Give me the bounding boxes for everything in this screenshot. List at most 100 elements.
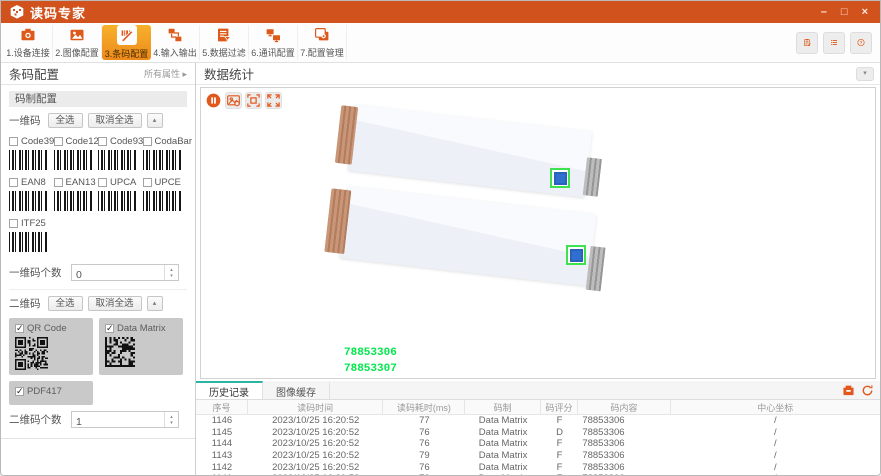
twod-tiles: QR CodeData MatrixPDF417 [9, 318, 187, 405]
svg-text:?: ? [860, 40, 863, 45]
panel-title: 条码配置 [9, 64, 59, 83]
toolbar-step-3[interactable]: 3.条码配置 [102, 25, 151, 60]
twod-tile-pdf: PDF417 [9, 381, 93, 405]
twod-collapse-button[interactable]: ▴ [147, 296, 163, 311]
oned-label: 一维码 [9, 113, 41, 128]
table-row[interactable]: 11452023/10/25 16:20:5276Data MatrixD788… [196, 427, 880, 439]
snapshot-icon[interactable] [225, 92, 242, 109]
history-table-header: 序号读码时间读码耗时(ms)码制码评分码内容中心坐标 [196, 400, 880, 415]
table-row[interactable]: 11442023/10/25 16:20:5276Data MatrixF788… [196, 438, 880, 450]
close-button[interactable]: × [862, 7, 868, 18]
oned-count-input[interactable] [72, 268, 160, 283]
toolbar-step-1[interactable]: 1.设备连接 [4, 25, 53, 60]
pause-button[interactable] [205, 92, 222, 109]
column-header: 码内容 [578, 400, 670, 414]
barcode-preview [54, 191, 92, 211]
checkbox-upca[interactable] [98, 178, 107, 187]
silver-tab [586, 246, 606, 291]
image-icon [68, 26, 86, 44]
camera-icon [19, 26, 37, 44]
column-header: 读码耗时(ms) [383, 400, 465, 414]
oned-select-all-button[interactable]: 全选 [48, 113, 83, 128]
copper-tab [335, 105, 358, 165]
checkbox-codabar[interactable] [143, 137, 152, 146]
copper-tab [324, 188, 351, 254]
report-icon[interactable] [796, 32, 818, 54]
image-viewer-canvas[interactable]: 78853306 78853307 [200, 87, 876, 379]
section-header: 码制配置 [9, 91, 187, 107]
list-icon[interactable] [823, 32, 845, 54]
table-row[interactable]: 11462023/10/25 16:20:5277Data MatrixF788… [196, 415, 880, 427]
maximize-button[interactable]: □ [841, 7, 848, 18]
column-header: 中心坐标 [671, 400, 880, 414]
clear-icon[interactable] [859, 383, 875, 397]
checkbox-code93[interactable] [98, 137, 107, 146]
barcode-preview [143, 150, 181, 170]
dm-code-preview [105, 337, 177, 367]
history-table-body: 11462023/10/25 16:20:5277Data MatrixF788… [196, 415, 880, 475]
checkbox-itf25[interactable] [9, 219, 18, 228]
divider [1, 438, 195, 439]
column-header: 码制 [465, 400, 540, 414]
decode-results: 78853306 78853307 [344, 345, 397, 377]
toolbar-step-2[interactable]: 2.图像配置 [53, 25, 102, 60]
twod-count-spinner: ▴▾ [71, 411, 179, 428]
comm-icon [264, 26, 282, 44]
io-icon [166, 26, 184, 44]
toolbar-step-7[interactable]: 7.配置管理 [298, 25, 347, 60]
tab-image-cache[interactable]: 图像缓存 [263, 381, 330, 399]
table-row[interactable]: 11422023/10/25 16:20:5276Data MatrixF788… [196, 461, 880, 473]
inspected-part-2 [340, 186, 597, 286]
oned-code-code39: Code39 [9, 135, 54, 170]
barcode-icon [117, 25, 137, 45]
oned-grid: Code39Code128Code93CodaBarEAN8EAN13UPCAU… [9, 135, 187, 258]
checkbox-ean8[interactable] [9, 178, 18, 187]
toolbar-right-buttons: ? [796, 23, 880, 62]
twod-count-stepper[interactable]: ▴▾ [164, 412, 178, 427]
decode-result-1: 78853306 [344, 345, 397, 361]
statistics-collapse-button[interactable]: ▾ [856, 67, 874, 81]
checkbox-code39[interactable] [9, 137, 18, 146]
toolbar-step-4[interactable]: 4.输入输出 [151, 25, 200, 60]
column-header: 码评分 [541, 400, 579, 414]
fullscreen-icon[interactable] [265, 92, 282, 109]
checkbox-upce[interactable] [143, 178, 152, 187]
oned-count-label: 一维码个数 [9, 265, 71, 280]
oned-count-stepper[interactable]: ▴▾ [164, 265, 178, 280]
minimize-button[interactable]: – [821, 7, 827, 18]
main-toolbar: 1.设备连接2.图像配置3.条码配置4.输入输出5.数据过滤6.通讯配置7.配置… [1, 23, 880, 63]
oned-code-ean8: EAN8 [9, 176, 54, 211]
history-table: 序号读码时间读码耗时(ms)码制码评分码内容中心坐标 11462023/10/2… [196, 400, 880, 475]
twod-select-all-button[interactable]: 全选 [48, 296, 83, 311]
oned-collapse-button[interactable]: ▴ [147, 113, 163, 128]
oned-code-upce: UPCE [143, 176, 188, 211]
oned-code-codabar: CodaBar [143, 135, 188, 170]
checkbox-qr[interactable] [15, 324, 24, 333]
twod-deselect-all-button[interactable]: 取消全选 [88, 296, 142, 311]
checkbox-dm[interactable] [105, 324, 114, 333]
fit-view-icon[interactable] [245, 92, 262, 109]
barcode-config-panel: 条码配置 所有属性 ▸ 码制配置 一维码 全选 取消全选 ▴ Code39Cod… [1, 63, 196, 475]
checkbox-code128[interactable] [54, 137, 63, 146]
table-row[interactable]: 11412023/10/25 16:20:5276Data MatrixF788… [196, 473, 880, 475]
table-row[interactable]: 11432023/10/25 16:20:5279Data MatrixF788… [196, 450, 880, 462]
toolbar-step-5[interactable]: 5.数据过滤 [200, 25, 249, 60]
barcode-preview [9, 191, 47, 211]
history-tabbar: 历史记录 图像缓存 [196, 381, 880, 400]
oned-code-code93: Code93 [98, 135, 143, 170]
twod-count-input[interactable] [72, 415, 160, 430]
export-icon[interactable] [840, 383, 856, 397]
oned-deselect-all-button[interactable]: 取消全选 [88, 113, 142, 128]
toolbar-step-6[interactable]: 6.通讯配置 [249, 25, 298, 60]
barcode-preview [9, 232, 47, 252]
oned-code-code128: Code128 [54, 135, 99, 170]
oned-code-upca: UPCA [98, 176, 143, 211]
help-icon[interactable]: ? [850, 32, 872, 54]
tab-history[interactable]: 历史记录 [196, 381, 263, 399]
checkbox-pdf[interactable] [15, 387, 24, 396]
checkbox-ean13[interactable] [54, 178, 63, 187]
all-properties-link[interactable]: 所有属性 ▸ [144, 67, 187, 80]
column-header: 读码时间 [248, 400, 383, 414]
barcode-preview [98, 191, 136, 211]
statistics-title: 数据统计 [204, 64, 254, 83]
